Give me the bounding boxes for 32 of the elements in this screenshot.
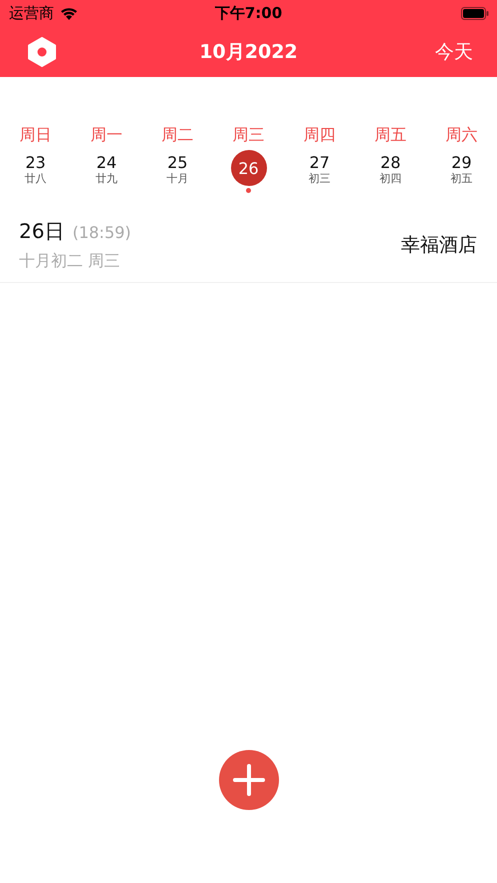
settings-icon[interactable] xyxy=(28,36,56,66)
carrier-label: 运营商 xyxy=(9,4,54,22)
plus-icon xyxy=(232,764,264,796)
lunar-date: 初五 xyxy=(450,172,472,186)
weekday-label: 周四 xyxy=(304,125,336,146)
lunar-date: 十月 xyxy=(166,172,188,186)
date-number[interactable]: 27 xyxy=(309,154,330,172)
today-button[interactable]: 今天 xyxy=(435,38,473,64)
weekday-label: 周六 xyxy=(446,125,478,146)
event-time: (18:59) xyxy=(72,223,132,242)
wifi-icon xyxy=(60,6,78,20)
weekday-label: 周一 xyxy=(90,125,122,146)
date-number[interactable]: 23 xyxy=(25,154,46,172)
date-number[interactable]: 24 xyxy=(96,154,117,172)
status-time: 下午7:00 xyxy=(214,4,282,22)
selected-date[interactable]: 26 xyxy=(230,150,266,186)
event-lunar-date: 十月初二 周三 xyxy=(19,251,122,272)
lunar-date: 初四 xyxy=(380,172,402,186)
date-number[interactable]: 29 xyxy=(451,154,472,172)
lunar-date: 廿八 xyxy=(24,172,46,186)
lunar-date: 廿九 xyxy=(96,172,118,186)
date-number[interactable]: 28 xyxy=(380,154,401,172)
month-title: 10月2022 xyxy=(199,40,298,64)
battery-icon xyxy=(461,6,489,20)
weekday-label: 周二 xyxy=(162,125,194,146)
lunar-date: 初三 xyxy=(308,172,330,186)
weekday-label: 周五 xyxy=(374,125,406,146)
weekday-label: 周日 xyxy=(20,125,52,146)
event-title[interactable]: 幸福酒店 xyxy=(401,232,477,258)
date-number[interactable]: 25 xyxy=(167,154,188,172)
weekday-label: 周三 xyxy=(232,125,264,146)
event-day: 26日 xyxy=(19,218,64,245)
